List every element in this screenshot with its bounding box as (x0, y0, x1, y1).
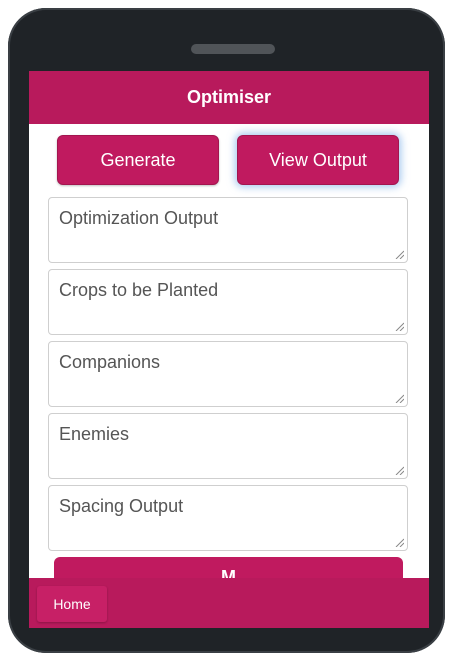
resize-handle-icon[interactable] (394, 393, 404, 403)
speaker-grille (191, 44, 275, 54)
app-screen: Optimiser Generate View Output Optimizat… (29, 71, 429, 628)
field-placeholder: Enemies (59, 424, 130, 444)
field-placeholder: Spacing Output (59, 496, 184, 516)
app-header: Optimiser (29, 71, 429, 124)
view-output-button[interactable]: View Output (237, 135, 399, 185)
field-placeholder: Companions (59, 352, 161, 372)
home-button[interactable]: Home (37, 586, 107, 622)
resize-handle-icon[interactable] (394, 321, 404, 331)
page-title: Optimiser (186, 87, 272, 107)
enemies-field[interactable]: Enemies (48, 413, 408, 479)
spacing-output-field[interactable]: Spacing Output (48, 485, 408, 551)
resize-handle-icon[interactable] (394, 537, 404, 547)
generate-button[interactable]: Generate (57, 135, 219, 185)
field-placeholder: Crops to be Planted (59, 280, 219, 300)
resize-handle-icon[interactable] (394, 465, 404, 475)
footer-bar: Home (29, 578, 429, 628)
phone-frame: Optimiser Generate View Output Optimizat… (8, 8, 445, 653)
crops-to-be-planted-field[interactable]: Crops to be Planted (48, 269, 408, 335)
companions-field[interactable]: Companions (48, 341, 408, 407)
resize-handle-icon[interactable] (394, 249, 404, 259)
optimization-output-field[interactable]: Optimization Output (48, 197, 408, 263)
field-placeholder: Optimization Output (59, 208, 219, 228)
